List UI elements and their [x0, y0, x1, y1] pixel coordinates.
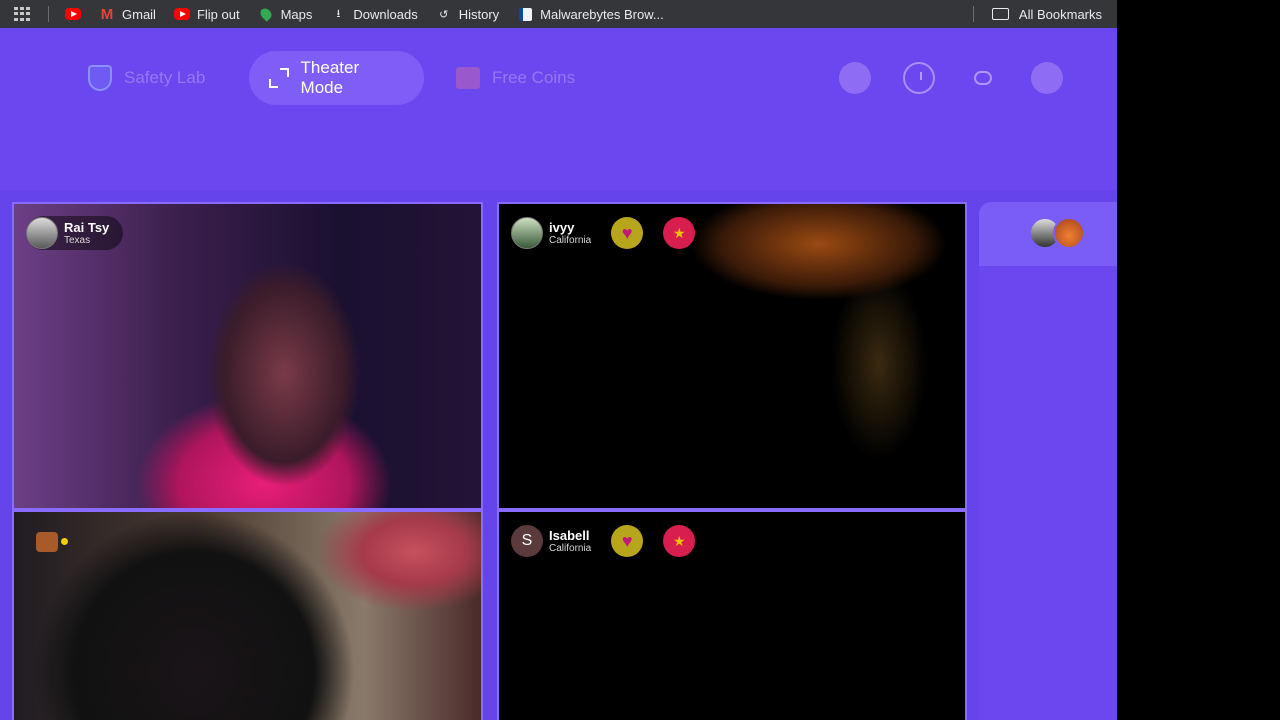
participants-strip[interactable] — [979, 202, 1117, 266]
malwarebytes-icon — [517, 7, 533, 21]
youtube-icon — [173, 7, 190, 21]
safety-lab-button[interactable]: Safety Lab — [68, 51, 225, 105]
top-nav: Safety Lab Theater Mode Free Coins — [0, 28, 1117, 190]
maps-icon — [257, 6, 274, 22]
apps-grid-icon[interactable] — [14, 7, 32, 21]
user-location: California — [549, 234, 592, 246]
gmail-icon: M — [100, 5, 114, 23]
bookmark-label: Malwarebytes Brow... — [540, 6, 664, 22]
user-name: ivyy — [549, 219, 575, 235]
expand-icon — [269, 68, 289, 88]
divider — [972, 6, 974, 22]
user-name: Rai Tsy — [64, 219, 110, 235]
bookmark-label: History — [458, 6, 500, 22]
chat-icon[interactable] — [967, 62, 999, 94]
user-badge[interactable]: Rai Tsy Texas — [26, 216, 124, 250]
all-bookmarks-label: All Bookmarks — [1018, 6, 1102, 22]
history-icon: ↺ — [439, 8, 449, 21]
bookmark-downloads[interactable]: ⭳ Downloads — [330, 7, 417, 22]
theater-mode-button[interactable]: Theater Mode — [249, 51, 424, 105]
avatar: S — [511, 525, 543, 557]
all-bookmarks[interactable]: All Bookmarks — [972, 0, 1102, 28]
bookmark-maps[interactable]: Maps — [257, 6, 313, 22]
police-icon[interactable]: ★ — [663, 217, 696, 249]
bookmark-flip-out[interactable]: Flip out — [173, 6, 240, 22]
divider — [48, 6, 49, 22]
user-location: Texas — [64, 234, 91, 246]
user-location: California — [549, 542, 592, 554]
bookmark-label: Downloads — [353, 6, 418, 22]
avatar — [26, 217, 58, 249]
bookmark-malwarebytes[interactable]: Malwarebytes Brow... — [517, 7, 664, 22]
bookmark-label: Maps — [280, 6, 313, 22]
heart-icon[interactable]: ♥ — [611, 217, 644, 249]
user-avatar-icon[interactable] — [36, 532, 68, 552]
download-icon: ⭳ — [336, 7, 341, 20]
bookmark-gmail[interactable]: M Gmail — [99, 5, 156, 23]
user-badge[interactable]: ivyy California ♥ ★ — [511, 216, 709, 250]
free-coins-label: Free Coins — [492, 68, 576, 87]
avatar — [1053, 217, 1085, 249]
video-tile[interactable] — [12, 510, 483, 720]
clock-icon[interactable] — [903, 62, 935, 94]
bookmark-youtube[interactable] — [65, 7, 81, 21]
bookmark-history[interactable]: ↺ History — [436, 7, 499, 22]
youtube-icon — [65, 7, 81, 21]
video-tile[interactable]: ivyy California ♥ ★ — [497, 202, 967, 510]
participant-avatars[interactable] — [1029, 217, 1087, 249]
profile-avatar-icon[interactable] — [1031, 62, 1063, 94]
coins-icon — [456, 67, 480, 89]
user-name: Isabell — [549, 527, 590, 543]
free-coins-button[interactable]: Free Coins — [436, 51, 595, 105]
bookmark-label: Gmail — [122, 6, 156, 22]
avatar-group-icon[interactable] — [839, 62, 871, 94]
folder-icon — [991, 8, 1009, 20]
video-tile[interactable]: Rai Tsy Texas — [12, 202, 483, 510]
safety-lab-label: Safety Lab — [124, 68, 206, 87]
side-panel — [979, 202, 1117, 720]
theater-mode-label: Theater Mode — [300, 58, 360, 97]
video-tile[interactable]: S Isabell California ♥ ★ — [497, 510, 967, 720]
shield-icon — [88, 65, 112, 91]
bookmark-label: Flip out — [196, 6, 240, 22]
avatar — [511, 217, 543, 249]
user-badge[interactable]: S Isabell California ♥ ★ — [511, 524, 709, 558]
bookmarks-bar: M Gmail Flip out Maps ⭳ Downloads ↺ Hist… — [0, 0, 1117, 28]
police-icon[interactable]: ★ — [663, 525, 696, 557]
heart-icon[interactable]: ♥ — [611, 525, 644, 557]
